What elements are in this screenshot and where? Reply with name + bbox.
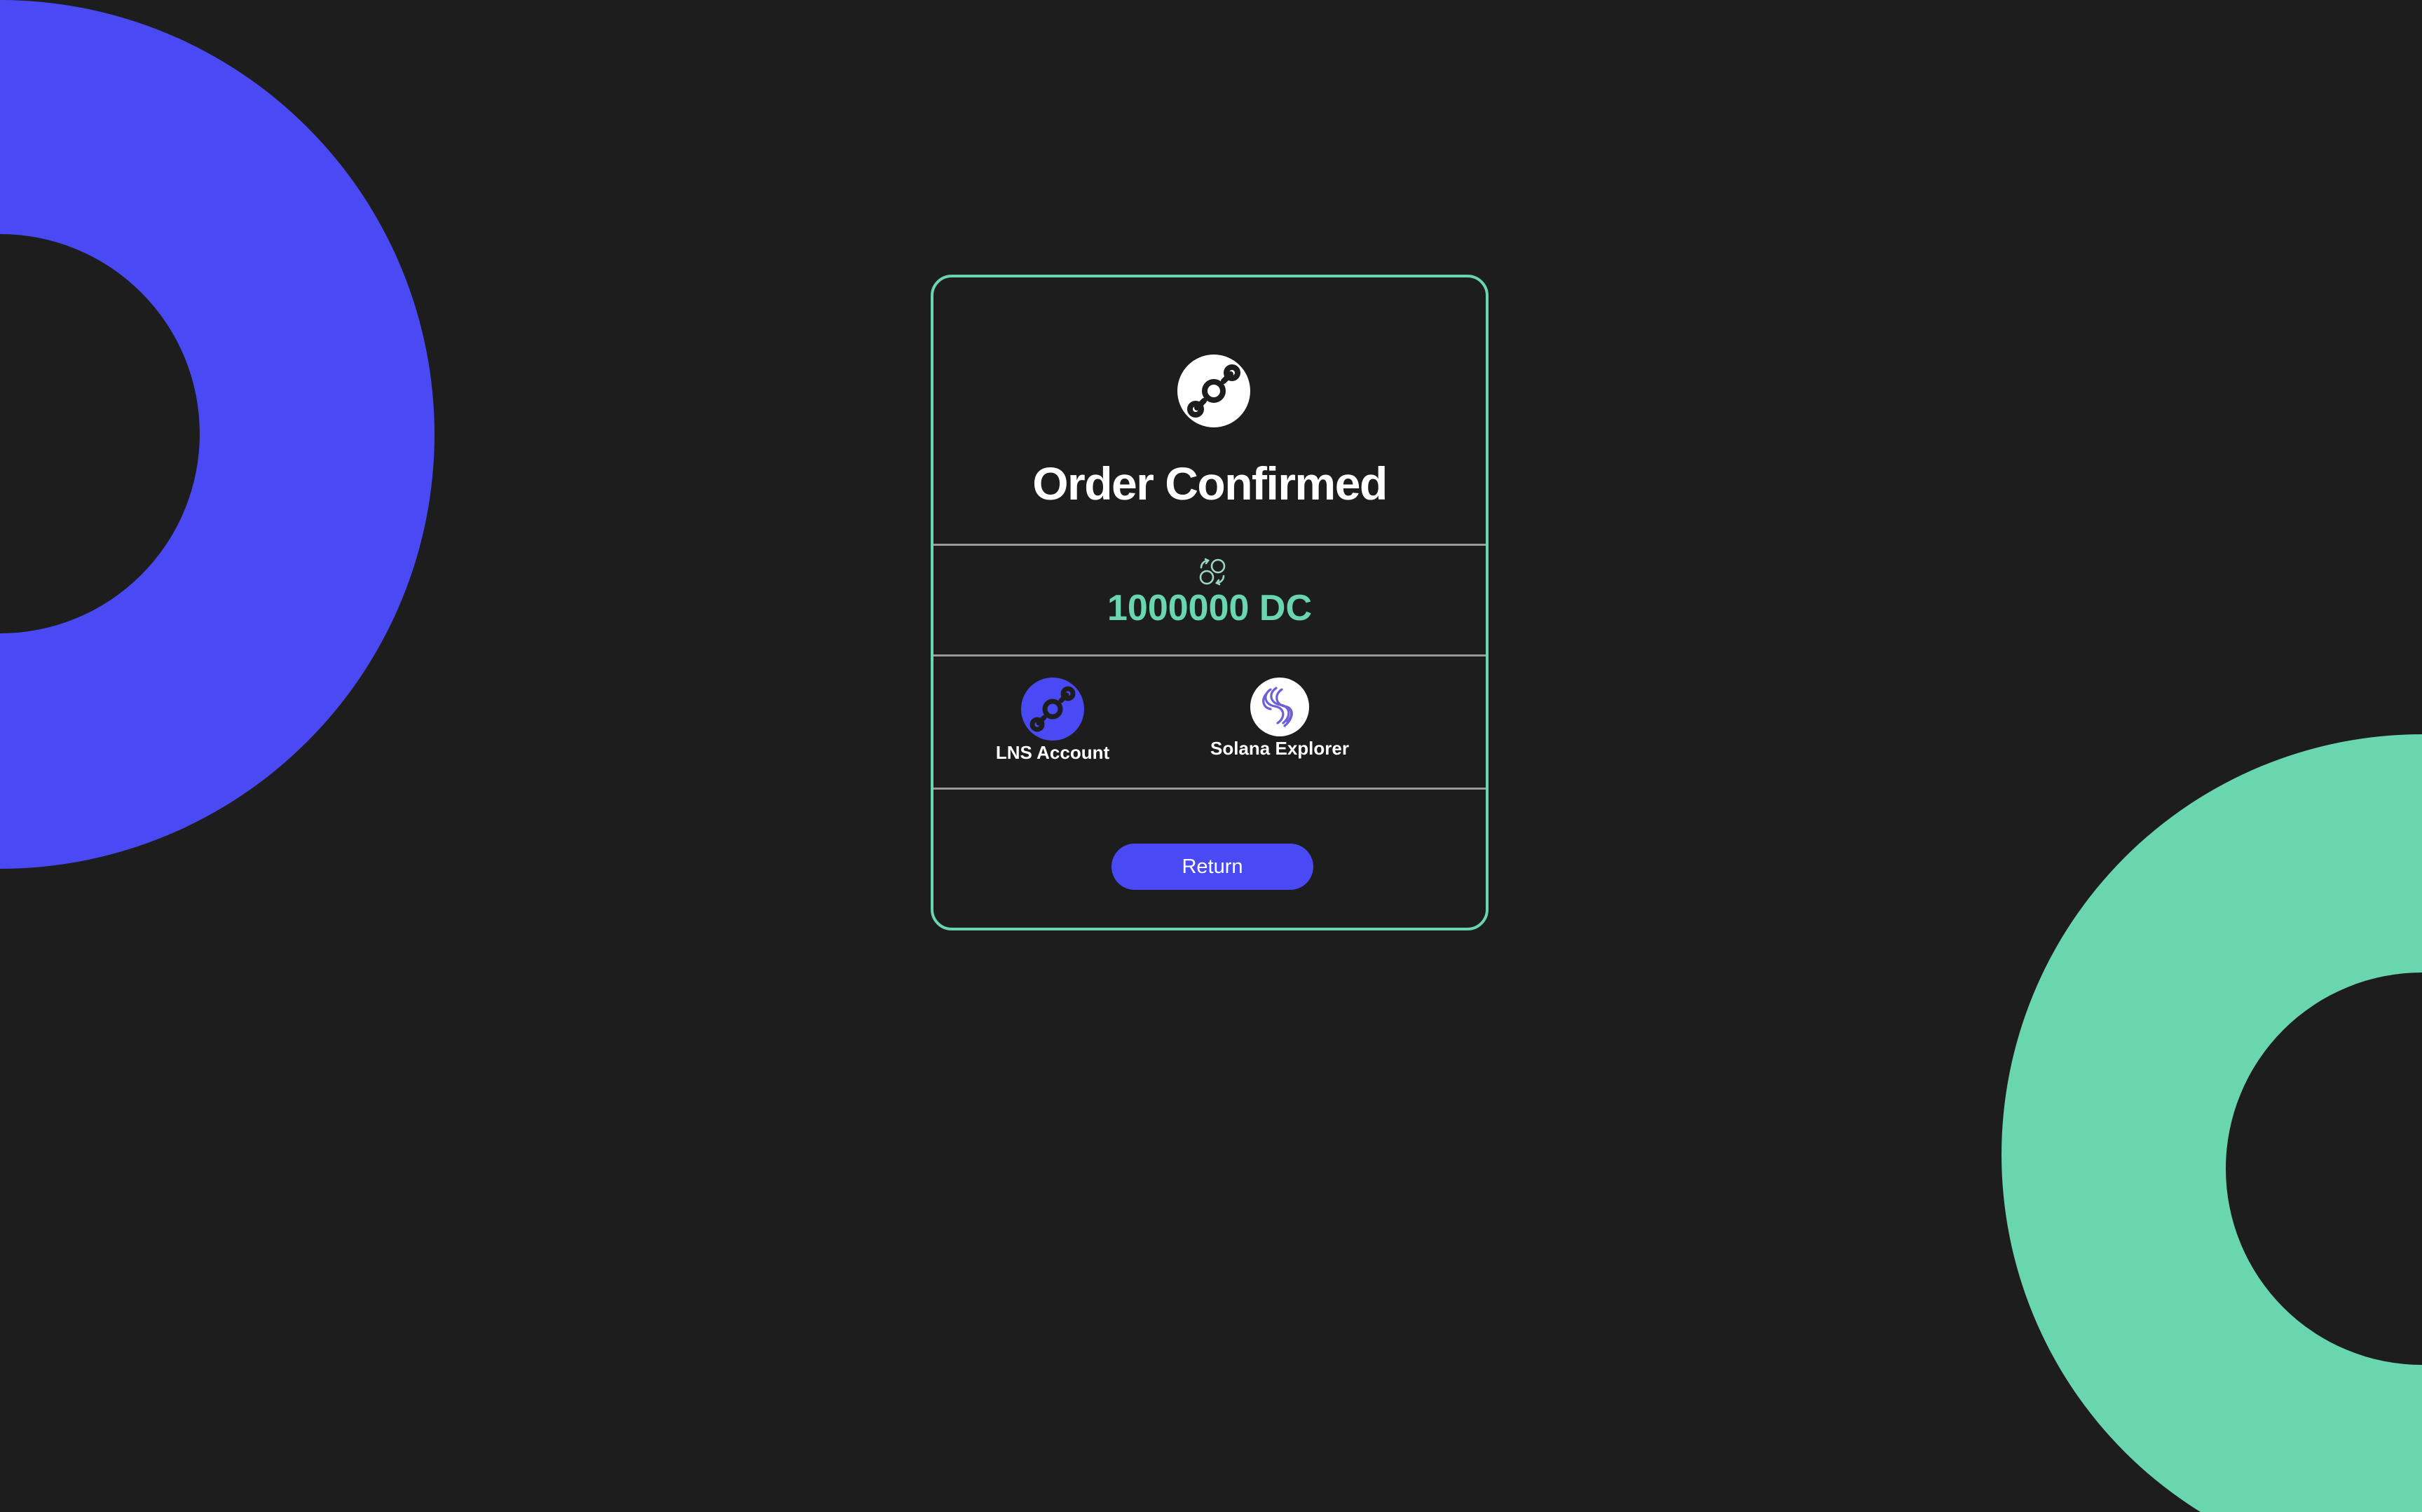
divider [933,654,1486,657]
divider [933,544,1486,546]
helium-logo-icon [1021,678,1084,741]
solana-explorer-label: Solana Explorer [1210,738,1349,759]
page-title: Order Confirmed [1032,458,1388,509]
divider [933,788,1486,790]
decorative-blue-ring [0,0,435,869]
order-confirmation-card: Order Confirmed 1000000 DC LNS Account S… [931,275,1489,930]
swap-arrows-icon [1197,556,1228,587]
dc-amount: 1000000 DC [1107,588,1312,628]
helium-logo-icon [1170,348,1257,434]
lns-account-link[interactable]: LNS Account [969,677,1137,782]
page-background: Order Confirmed 1000000 DC LNS Account S… [0,0,2422,1512]
lns-account-label: LNS Account [995,742,1110,763]
solana-explorer-link[interactable]: Solana Explorer [1196,677,1364,782]
decorative-green-ring [2002,734,2422,1512]
solana-explorer-icon [1250,678,1309,736]
return-button[interactable]: Return [1111,844,1313,890]
